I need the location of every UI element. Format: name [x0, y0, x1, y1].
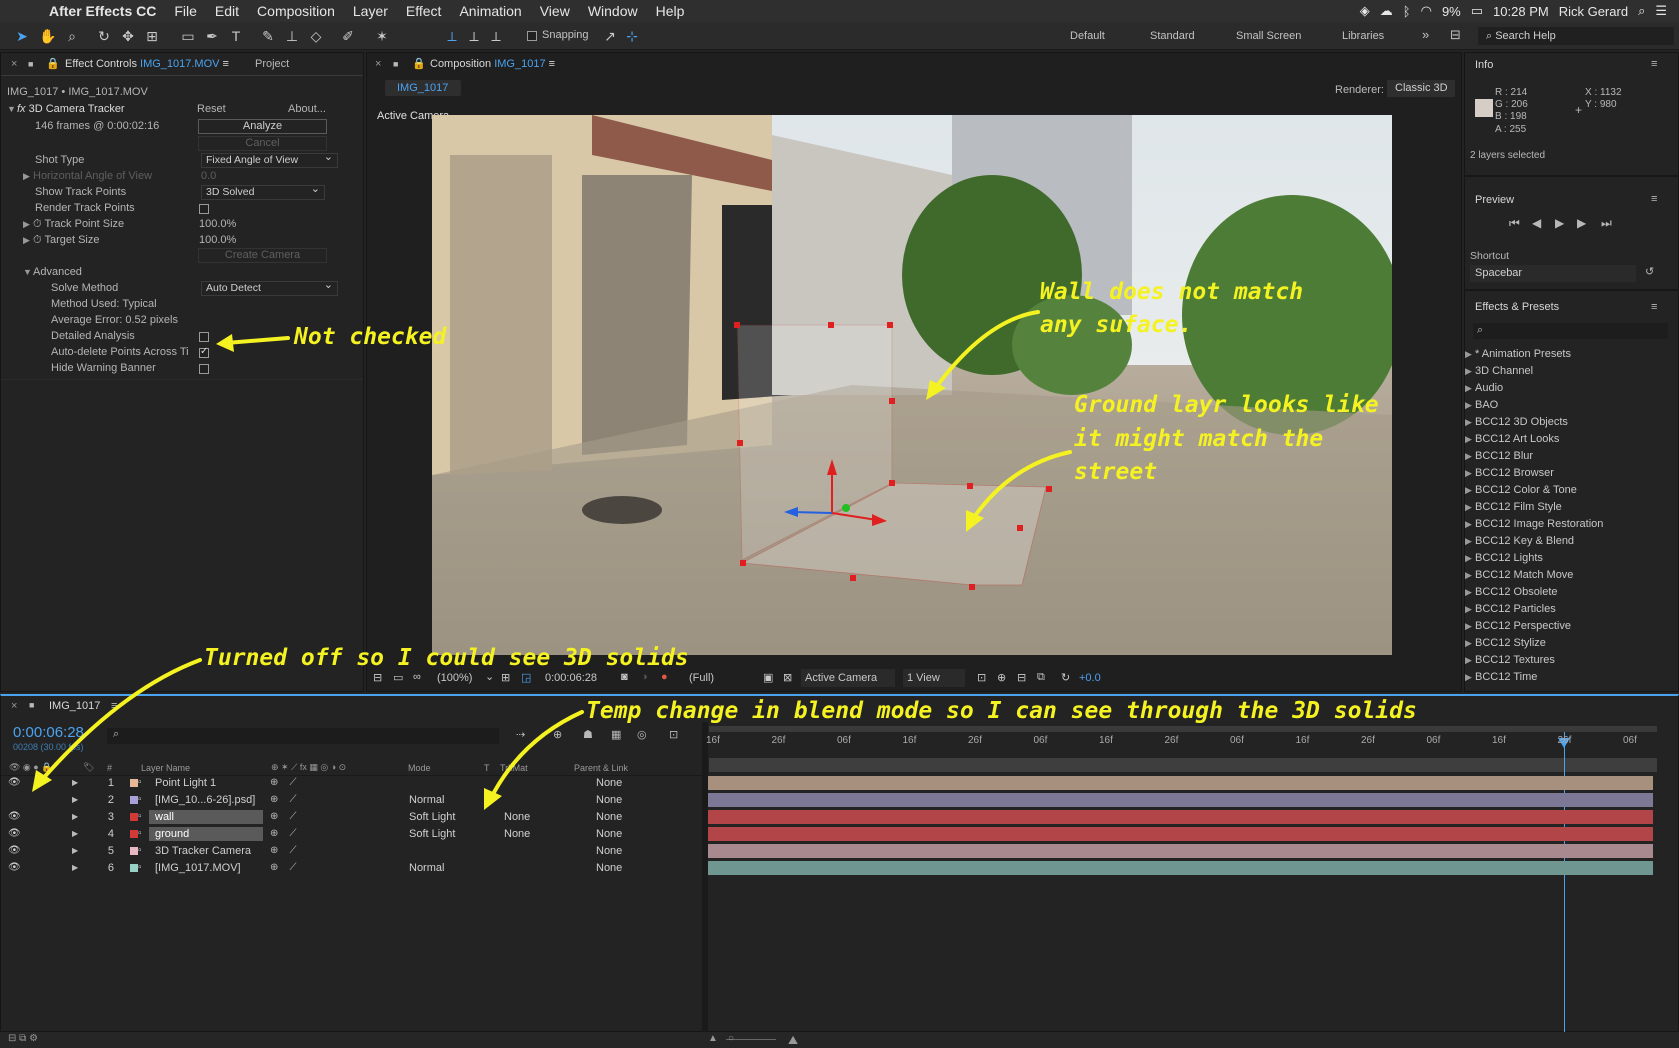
arrow-turned-off — [38, 658, 202, 784]
arrow-not-checked — [224, 336, 290, 345]
arrow-ground — [970, 450, 1072, 522]
arrow-wall — [932, 310, 1040, 392]
arrow-blend — [488, 710, 584, 802]
annotation-arrows — [32, 310, 1072, 810]
